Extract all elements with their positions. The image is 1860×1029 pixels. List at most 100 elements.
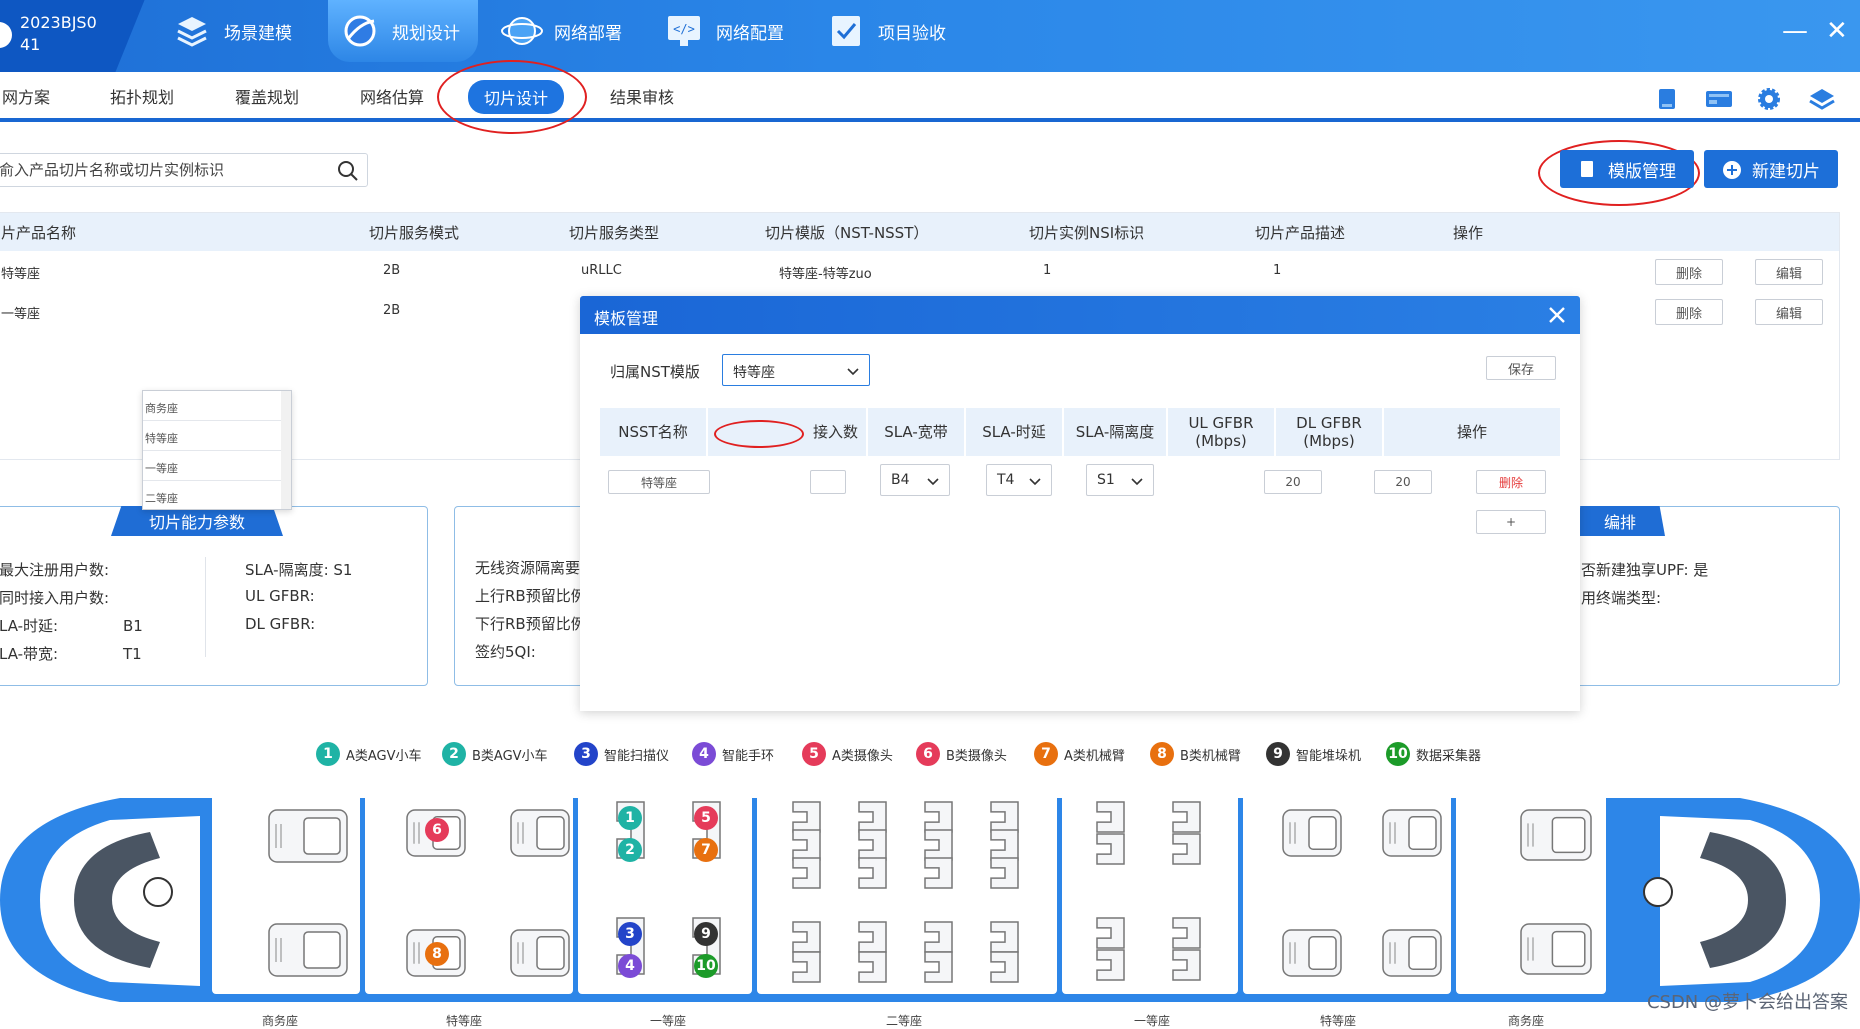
legend-number-badge: 4 — [692, 742, 716, 766]
subnav-plan[interactable]: 网方案 — [2, 84, 50, 108]
param-value: B1 — [123, 617, 143, 635]
template-management-modal: 模板管理 归属NST模版 特等座 保存 NSST名称 接入数 SLA-宽带 SL… — [580, 296, 1580, 711]
delete-row-button[interactable]: 删除 — [1476, 470, 1546, 494]
seat-icon — [268, 923, 348, 977]
ul-gfbr-input[interactable]: 20 — [1264, 470, 1322, 494]
subnav-estimation[interactable]: 网络估算 — [360, 84, 424, 108]
device-badge[interactable]: 2 — [618, 838, 642, 862]
top-tab-acceptance[interactable]: 项目验收 — [824, 0, 946, 62]
edit-button[interactable]: 编辑 — [1755, 299, 1823, 325]
svg-text:</>: </> — [673, 22, 695, 36]
stack-icon — [170, 11, 214, 51]
dropdown-option[interactable]: 商务座 — [143, 391, 281, 421]
param-label: 否新建独享UPF: 是 — [1581, 561, 1709, 579]
top-tab-label: 规划设计 — [392, 23, 460, 44]
checklist-icon — [824, 11, 868, 51]
monitor-icon[interactable] — [1704, 86, 1732, 112]
access-count-input[interactable] — [810, 470, 846, 494]
device-badge[interactable]: 9 — [694, 922, 718, 946]
column-header: 切片模版（NST-NSST） — [765, 224, 929, 242]
new-slice-button[interactable]: 新建切片 — [1704, 150, 1838, 188]
device-badge[interactable]: 6 — [425, 818, 449, 842]
device-badge[interactable]: 10 — [694, 954, 718, 978]
column-header: NSST名称 — [600, 408, 708, 456]
table-row[interactable]: 特等座 2B uRLLC 特等座-特等zuo 1 1 删除 编辑 — [0, 253, 1839, 293]
nsst-name-input[interactable]: 特等座 — [608, 470, 710, 494]
device-badge[interactable]: 5 — [694, 806, 718, 830]
nst-template-select[interactable]: 特等座 — [722, 354, 870, 386]
subnav-review[interactable]: 结果审核 — [610, 84, 674, 108]
layers-icon[interactable] — [1808, 86, 1835, 112]
top-tab-planning[interactable]: 规划设计 — [328, 0, 478, 62]
seat-icon — [1520, 923, 1592, 975]
latency-select[interactable]: T4 — [986, 464, 1052, 496]
document-icon[interactable] — [1654, 86, 1680, 112]
top-tab-config[interactable]: </> 网络配置 — [662, 0, 784, 62]
dropdown-option[interactable]: 二等座 — [143, 481, 281, 511]
top-tab-scene[interactable]: 场景建模 — [170, 0, 292, 62]
legend-number-badge: 5 — [802, 742, 826, 766]
cell-type: uRLLC — [581, 263, 622, 278]
device-badge[interactable]: 8 — [425, 942, 449, 966]
add-circle-icon — [1722, 160, 1741, 179]
top-tab-deploy[interactable]: 网络部署 — [500, 0, 622, 62]
car-label: 一等座 — [1134, 1014, 1171, 1028]
legend-number-badge: 7 — [1034, 742, 1058, 766]
close-window-button[interactable]: ✕ — [1826, 18, 1848, 44]
search-icon[interactable] — [337, 160, 359, 182]
scrollbar[interactable] — [281, 391, 291, 509]
seat-icon — [1096, 917, 1125, 949]
legend-item: 8 B类机械臂 — [1150, 741, 1241, 767]
subnav-topology[interactable]: 拓扑规划 — [110, 84, 174, 108]
delete-button[interactable]: 删除 — [1655, 299, 1723, 325]
add-row-button[interactable]: + — [1476, 510, 1546, 534]
device-badge[interactable]: 4 — [618, 954, 642, 978]
seat-icon — [792, 951, 821, 983]
seat-icon — [510, 809, 570, 857]
legend-number-badge: 2 — [442, 742, 466, 766]
edit-button[interactable]: 编辑 — [1755, 259, 1823, 285]
save-button[interactable]: 保存 — [1486, 356, 1556, 380]
legend-number-badge: 8 — [1150, 742, 1174, 766]
orchestration-panel: 编排 否新建独享UPF: 是 用终端类型: — [1560, 506, 1840, 686]
search-box — [0, 153, 368, 187]
seat-icon — [1382, 929, 1442, 977]
search-input[interactable] — [0, 154, 317, 186]
seat-icon — [1172, 917, 1201, 949]
close-icon[interactable] — [1544, 302, 1570, 328]
delete-button[interactable]: 删除 — [1655, 259, 1723, 285]
legend-item: 5 A类摄像头 — [802, 741, 893, 767]
top-tab-label: 网络配置 — [716, 23, 784, 44]
seat-icon — [858, 921, 887, 953]
code-monitor-icon: </> — [662, 11, 706, 51]
device-badge[interactable]: 1 — [618, 806, 642, 830]
capability-panel: 切片能力参数 最大注册用户数: 同时接入用户数: LA-时延: B1 LA-带宽… — [0, 506, 428, 686]
seat-icon — [1382, 809, 1442, 857]
planet-icon — [338, 11, 382, 51]
seat-icon — [1172, 833, 1201, 865]
legend-item: 4 智能手环 — [692, 741, 774, 767]
template-management-button[interactable]: 模版管理 — [1560, 150, 1694, 188]
dl-gfbr-input[interactable]: 20 — [1374, 470, 1432, 494]
modal-header: 模板管理 — [580, 296, 1580, 334]
isolation-select[interactable]: S1 — [1086, 464, 1154, 496]
dropdown-option[interactable]: 一等座 — [143, 451, 281, 481]
dropdown-option[interactable]: 特等座 — [143, 421, 281, 451]
legend-label: A类摄像头 — [832, 748, 893, 764]
gear-icon[interactable] — [1756, 86, 1782, 112]
car-label: 特等座 — [1320, 1014, 1357, 1028]
device-badge[interactable]: 3 — [618, 922, 642, 946]
legend-number-badge: 10 — [1386, 742, 1410, 766]
param-label: 签约5QI: — [475, 643, 536, 661]
column-header: 片产品名称 — [1, 224, 77, 242]
seat-icon — [858, 857, 887, 889]
bandwidth-select[interactable]: B4 — [880, 464, 950, 496]
legend-item: 3 智能扫描仪 — [574, 741, 669, 767]
device-badge[interactable]: 7 — [694, 838, 718, 862]
minimize-button[interactable]: — — [1782, 18, 1808, 44]
seat-icon — [990, 951, 1019, 983]
legend-number-badge: 3 — [574, 742, 598, 766]
seat-icon — [924, 857, 953, 889]
subnav-coverage[interactable]: 覆盖规划 — [235, 84, 299, 108]
param-label: 下行RB预留比例 — [475, 615, 586, 633]
